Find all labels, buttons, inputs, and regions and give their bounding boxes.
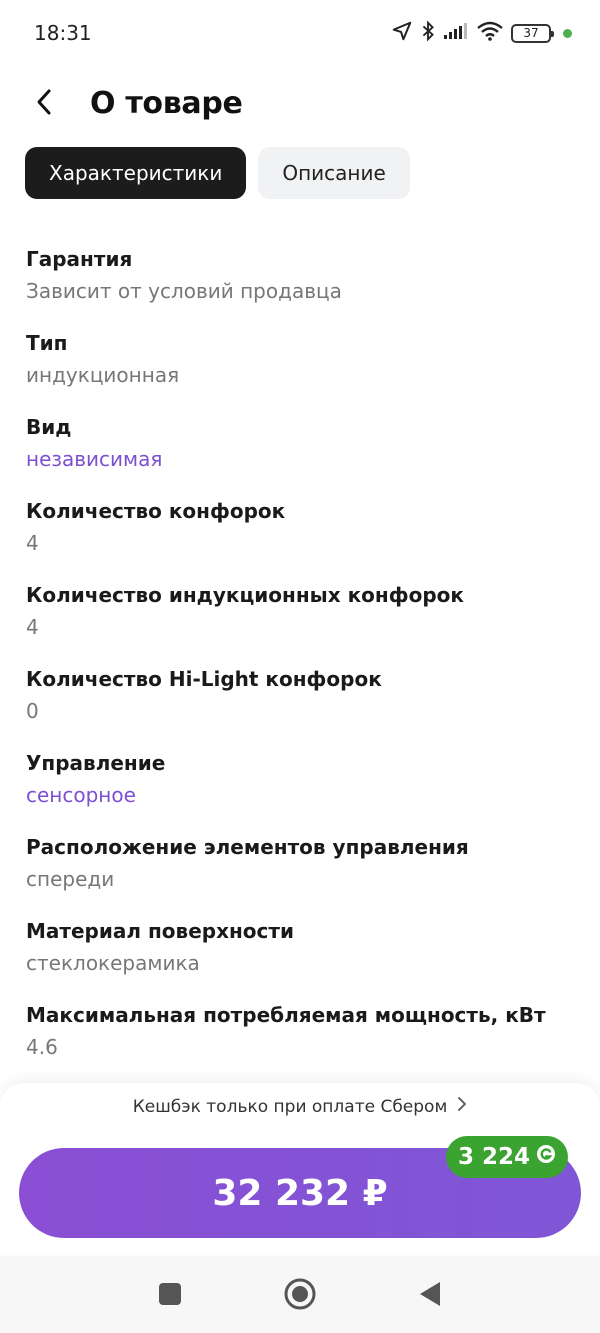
spec-value: 4 xyxy=(26,531,39,555)
spec-name: Вид xyxy=(26,415,72,439)
spec-value: 0 xyxy=(26,699,39,723)
tab-characteristics[interactable]: Характеристики xyxy=(25,147,247,199)
spec-control: Управление сенсорное xyxy=(26,748,576,832)
bluetooth-icon xyxy=(421,20,435,46)
spec-value: индукционная xyxy=(26,363,180,387)
bonus-coin-icon xyxy=(536,1144,556,1170)
spec-kind: Вид независимая xyxy=(26,412,576,496)
spec-max-power: Максимальная потребляемая мощность, кВт … xyxy=(26,1000,576,1084)
spec-value: стеклокерамика xyxy=(26,951,200,975)
cashback-note-link[interactable]: Кешбэк только при оплате Сбером xyxy=(0,1096,600,1117)
header: О товаре xyxy=(0,78,600,134)
spec-surface-material: Материал поверхности стеклокерамика xyxy=(26,916,576,1000)
square-icon xyxy=(158,1282,182,1310)
spec-hilight-burners-count: Количество Hi-Light конфорок 0 xyxy=(26,664,576,748)
battery-icon: 37 xyxy=(511,23,554,43)
spec-name: Управление xyxy=(26,751,166,775)
spec-value: Зависит от условий продавца xyxy=(26,279,342,303)
specs-list: Гарантия Зависит от условий продавца Тип… xyxy=(26,244,576,1084)
spec-name: Количество индукционных конфорок xyxy=(26,583,464,607)
price-label: 32 232 ₽ xyxy=(212,1172,388,1214)
page-title: О товаре xyxy=(90,86,243,121)
cashback-note-text: Кешбэк только при оплате Сбером xyxy=(132,1096,448,1117)
wifi-icon xyxy=(477,21,503,45)
bonus-amount: 3 224 xyxy=(458,1144,531,1170)
chevron-left-icon xyxy=(34,88,54,120)
spec-value: спереди xyxy=(26,867,115,891)
triangle-back-icon xyxy=(418,1281,442,1311)
spec-type: Тип индукционная xyxy=(26,328,576,412)
spec-value: 4 xyxy=(26,615,39,639)
recents-button[interactable] xyxy=(150,1276,190,1316)
bonus-badge: 3 224 xyxy=(446,1136,569,1178)
spec-value-link[interactable]: независимая xyxy=(26,442,576,476)
back-nav-button[interactable] xyxy=(410,1276,450,1316)
spec-name: Гарантия xyxy=(26,247,133,271)
home-circle-icon xyxy=(283,1277,317,1315)
system-nav-bar xyxy=(0,1256,600,1333)
privacy-indicator-dot xyxy=(563,28,572,38)
status-bar: 18:31 37 xyxy=(0,0,600,68)
tabs: Характеристики Описание xyxy=(25,147,410,199)
status-icons: 37 xyxy=(391,20,572,46)
spec-name: Материал поверхности xyxy=(26,919,295,943)
spec-control-location: Расположение элементов управления сперед… xyxy=(26,832,576,916)
spec-name: Расположение элементов управления xyxy=(26,835,469,859)
spec-name: Максимальная потребляемая мощность, кВт xyxy=(26,1003,546,1027)
signal-icon xyxy=(443,22,469,44)
chevron-right-icon xyxy=(457,1096,467,1117)
navigation-icon xyxy=(391,20,413,46)
spec-induction-burners-count: Количество индукционных конфорок 4 xyxy=(26,580,576,664)
spec-name: Количество Hi-Light конфорок xyxy=(26,667,382,691)
home-button[interactable] xyxy=(280,1276,320,1316)
tab-description[interactable]: Описание xyxy=(258,147,410,199)
spec-name: Тип xyxy=(26,331,68,355)
spec-value-link[interactable]: сенсорное xyxy=(26,778,576,812)
spec-burners-count: Количество конфорок 4 xyxy=(26,496,576,580)
spec-name: Количество конфорок xyxy=(26,499,286,523)
spec-value: 4.6 xyxy=(26,1035,58,1059)
status-time: 18:31 xyxy=(34,21,92,45)
spec-warranty: Гарантия Зависит от условий продавца xyxy=(26,244,576,328)
back-button[interactable] xyxy=(24,84,64,124)
